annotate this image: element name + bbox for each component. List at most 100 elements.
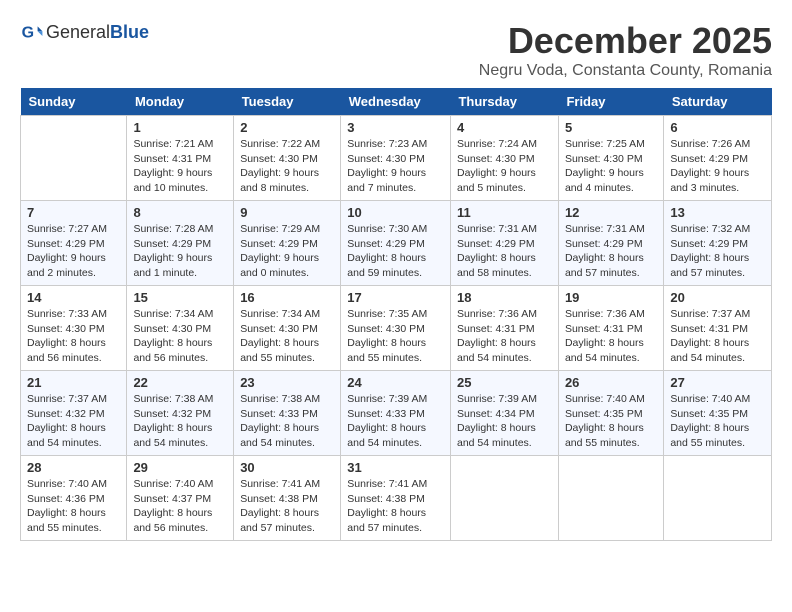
column-header-wednesday: Wednesday [341,88,451,116]
day-info: Sunrise: 7:38 AMSunset: 4:32 PMDaylight:… [133,392,227,451]
calendar-cell: 21 Sunrise: 7:37 AMSunset: 4:32 PMDayligh… [21,371,127,456]
day-info: Sunrise: 7:36 AMSunset: 4:31 PMDaylight:… [565,307,657,366]
column-header-tuesday: Tuesday [234,88,341,116]
calendar-cell: 10Sunrise: 7:30 AMSunset: 4:29 PMDayligh… [341,201,451,286]
calendar-cell: 4 Sunrise: 7:24 AMSunset: 4:30 PMDaylight… [450,116,558,201]
day-info: Sunrise: 7:40 AMSunset: 4:35 PMDaylight:… [670,392,765,451]
calendar-cell: 5 Sunrise: 7:25 AMSunset: 4:30 PMDaylight… [558,116,663,201]
day-info: Sunrise: 7:37 AMSunset: 4:31 PMDaylight:… [670,307,765,366]
calendar-cell: 22 Sunrise: 7:38 AMSunset: 4:32 PMDayligh… [127,371,234,456]
day-number: 13 [670,205,765,220]
day-info: Sunrise: 7:34 AMSunset: 4:30 PMDaylight:… [133,307,227,366]
day-info: Sunrise: 7:40 AMSunset: 4:37 PMDaylight:… [133,477,227,536]
day-info: Sunrise: 7:34 AMSunset: 4:30 PMDaylight:… [240,307,334,366]
calendar-cell: 20 Sunrise: 7:37 AMSunset: 4:31 PMDayligh… [664,286,772,371]
month-title: December 2025 [479,20,772,62]
calendar-cell: 14 Sunrise: 7:33 AMSunset: 4:30 PMDayligh… [21,286,127,371]
day-info: Sunrise: 7:40 AMSunset: 4:35 PMDaylight:… [565,392,657,451]
day-number: 31 [347,460,444,475]
calendar-cell: 9 Sunrise: 7:29 AMSunset: 4:29 PMDaylight… [234,201,341,286]
calendar-cell: 15 Sunrise: 7:34 AMSunset: 4:30 PMDayligh… [127,286,234,371]
day-info: Sunrise: 7:29 AMSunset: 4:29 PMDaylight:… [240,222,334,281]
calendar-cell: 6Sunrise: 7:26 AMSunset: 4:29 PMDaylight… [664,116,772,201]
day-info: Sunrise: 7:25 AMSunset: 4:30 PMDaylight:… [565,137,657,196]
day-number: 21 [27,375,120,390]
day-number: 9 [240,205,334,220]
calendar-cell: 17Sunrise: 7:35 AMSunset: 4:30 PMDayligh… [341,286,451,371]
calendar-cell: 13 Sunrise: 7:32 AMSunset: 4:29 PMDayligh… [664,201,772,286]
day-number: 8 [133,205,227,220]
calendar-cell: 1 Sunrise: 7:21 AMSunset: 4:31 PMDaylight… [127,116,234,201]
day-number: 14 [27,290,120,305]
day-number: 1 [133,120,227,135]
calendar-cell: 8 Sunrise: 7:28 AMSunset: 4:29 PMDaylight… [127,201,234,286]
location-title: Negru Voda, Constanta County, Romania [479,62,772,80]
calendar-cell: 27 Sunrise: 7:40 AMSunset: 4:35 PMDayligh… [664,371,772,456]
day-info: Sunrise: 7:40 AMSunset: 4:36 PMDaylight:… [27,477,120,536]
calendar-week-row: 28 Sunrise: 7:40 AMSunset: 4:36 PMDayligh… [21,456,772,541]
day-info: Sunrise: 7:24 AMSunset: 4:30 PMDaylight:… [457,137,552,196]
day-number: 23 [240,375,334,390]
logo-icon: G [20,20,44,44]
calendar-cell: 30 Sunrise: 7:41 AMSunset: 4:38 PMDayligh… [234,456,341,541]
calendar-cell [664,456,772,541]
day-info: Sunrise: 7:31 AMSunset: 4:29 PMDaylight:… [457,222,552,281]
day-info: Sunrise: 7:36 AMSunset: 4:31 PMDaylight:… [457,307,552,366]
calendar-cell [450,456,558,541]
day-number: 11 [457,205,552,220]
calendar-table: SundayMondayTuesdayWednesdayThursdayFrid… [20,88,772,541]
calendar-cell: 18 Sunrise: 7:36 AMSunset: 4:31 PMDayligh… [450,286,558,371]
day-number: 30 [240,460,334,475]
calendar-cell: 31Sunrise: 7:41 AMSunset: 4:38 PMDayligh… [341,456,451,541]
day-number: 28 [27,460,120,475]
calendar-cell: 24Sunrise: 7:39 AMSunset: 4:33 PMDayligh… [341,371,451,456]
svg-text:G: G [22,25,34,42]
logo: G GeneralBlue [20,20,149,44]
day-info: Sunrise: 7:32 AMSunset: 4:29 PMDaylight:… [670,222,765,281]
day-number: 16 [240,290,334,305]
day-number: 29 [133,460,227,475]
calendar-week-row: 1 Sunrise: 7:21 AMSunset: 4:31 PMDaylight… [21,116,772,201]
day-info: Sunrise: 7:33 AMSunset: 4:30 PMDaylight:… [27,307,120,366]
day-number: 18 [457,290,552,305]
day-number: 2 [240,120,334,135]
day-info: Sunrise: 7:41 AMSunset: 4:38 PMDaylight:… [240,477,334,536]
title-block: December 2025 Negru Voda, Constanta Coun… [479,20,772,80]
page-header: G GeneralBlue December 2025 Negru Voda, … [20,20,772,80]
column-header-saturday: Saturday [664,88,772,116]
day-number: 27 [670,375,765,390]
day-number: 7 [27,205,120,220]
day-info: Sunrise: 7:31 AMSunset: 4:29 PMDaylight:… [565,222,657,281]
day-info: Sunrise: 7:39 AMSunset: 4:34 PMDaylight:… [457,392,552,451]
day-number: 20 [670,290,765,305]
calendar-cell: 23Sunrise: 7:38 AMSunset: 4:33 PMDayligh… [234,371,341,456]
day-number: 4 [457,120,552,135]
calendar-cell: 11 Sunrise: 7:31 AMSunset: 4:29 PMDayligh… [450,201,558,286]
column-header-thursday: Thursday [450,88,558,116]
day-info: Sunrise: 7:23 AMSunset: 4:30 PMDaylight:… [347,137,444,196]
day-info: Sunrise: 7:22 AMSunset: 4:30 PMDaylight:… [240,137,334,196]
day-number: 17 [347,290,444,305]
calendar-cell: 26 Sunrise: 7:40 AMSunset: 4:35 PMDayligh… [558,371,663,456]
day-number: 22 [133,375,227,390]
day-info: Sunrise: 7:28 AMSunset: 4:29 PMDaylight:… [133,222,227,281]
day-info: Sunrise: 7:21 AMSunset: 4:31 PMDaylight:… [133,137,227,196]
calendar-cell: 12 Sunrise: 7:31 AMSunset: 4:29 PMDayligh… [558,201,663,286]
day-number: 26 [565,375,657,390]
day-info: Sunrise: 7:37 AMSunset: 4:32 PMDaylight:… [27,392,120,451]
header-row: SundayMondayTuesdayWednesdayThursdayFrid… [21,88,772,116]
column-header-sunday: Sunday [21,88,127,116]
calendar-cell: 29 Sunrise: 7:40 AMSunset: 4:37 PMDayligh… [127,456,234,541]
day-number: 25 [457,375,552,390]
day-number: 12 [565,205,657,220]
calendar-cell: 16 Sunrise: 7:34 AMSunset: 4:30 PMDayligh… [234,286,341,371]
day-number: 5 [565,120,657,135]
calendar-cell: 28 Sunrise: 7:40 AMSunset: 4:36 PMDayligh… [21,456,127,541]
calendar-cell: 19 Sunrise: 7:36 AMSunset: 4:31 PMDayligh… [558,286,663,371]
day-number: 15 [133,290,227,305]
day-number: 19 [565,290,657,305]
calendar-cell: 2 Sunrise: 7:22 AMSunset: 4:30 PMDaylight… [234,116,341,201]
calendar-week-row: 14 Sunrise: 7:33 AMSunset: 4:30 PMDayligh… [21,286,772,371]
day-number: 6 [670,120,765,135]
calendar-week-row: 7Sunrise: 7:27 AMSunset: 4:29 PMDaylight… [21,201,772,286]
